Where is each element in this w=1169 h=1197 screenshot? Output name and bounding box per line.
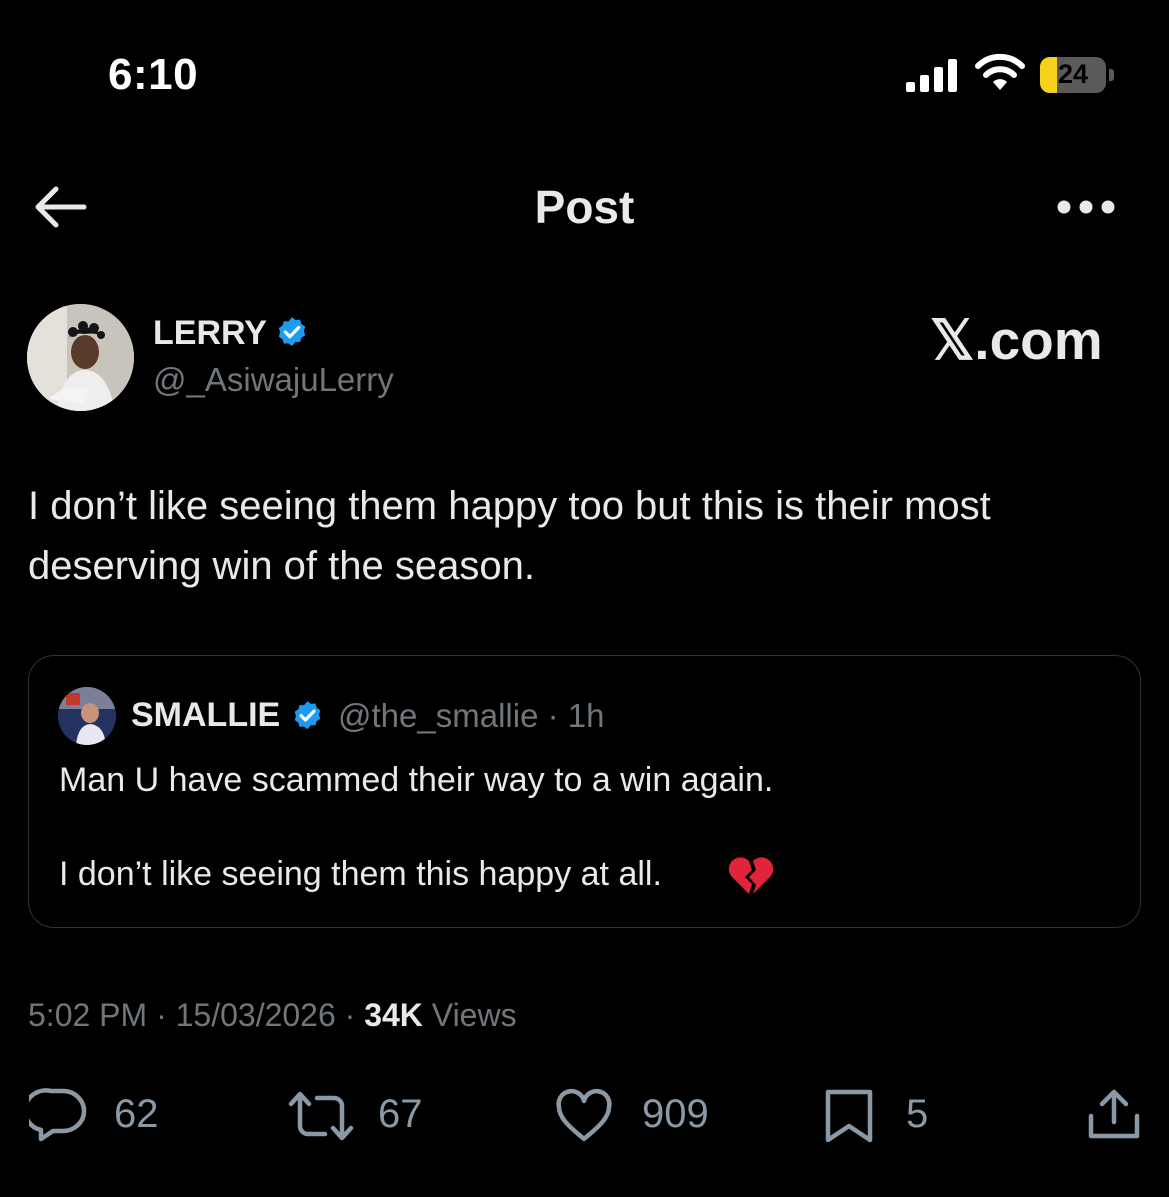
quoted-author-handle: @the_smallie [338, 697, 539, 734]
bookmark-count[interactable]: 5 [906, 1092, 928, 1137]
wifi-icon [975, 53, 1025, 90]
status-time: 6:10 [108, 50, 199, 99]
like-count[interactable]: 909 [642, 1092, 709, 1137]
author-name[interactable]: LERRY [153, 314, 267, 353]
battery-percent: 24 [1057, 59, 1089, 89]
post-text: I don’t like seeing them happy too but t… [28, 484, 991, 588]
verified-badge-icon [294, 701, 321, 730]
repost-icon[interactable] [287, 1088, 355, 1144]
reply-count[interactable]: 62 [114, 1092, 159, 1137]
avatar[interactable] [27, 304, 134, 411]
quoted-text-line: I don’t like seeing them this happy at a… [59, 855, 662, 893]
battery-indicator: 24 [1040, 57, 1114, 93]
verified-badge-icon [278, 317, 306, 347]
views-label[interactable]: Views [432, 997, 517, 1033]
separator-dot: · [147, 997, 176, 1033]
post-date: 15/03/2026 [175, 997, 336, 1033]
quoted-avatar[interactable] [58, 687, 116, 745]
share-icon[interactable] [1085, 1086, 1143, 1142]
separator-dot: · [335, 997, 365, 1033]
separator-dot: · [538, 697, 568, 734]
author-handle[interactable]: @_AsiwajuLerry [153, 361, 394, 399]
quoted-time: 1h [567, 697, 605, 734]
page-title: Post [534, 181, 635, 233]
more-horizontal-icon[interactable] [1055, 196, 1117, 218]
repost-count[interactable]: 67 [378, 1092, 423, 1137]
post-timestamp: 5:02 PM · 15/03/2026 · 34K Views [28, 997, 517, 1034]
post-time: 5:02 PM [28, 997, 148, 1033]
quoted-author-name: SMALLIE [131, 696, 281, 734]
quoted-meta: @the_smallie · 1h [338, 697, 604, 735]
bookmark-icon[interactable] [820, 1088, 878, 1144]
broken-heart-icon [728, 857, 774, 894]
watermark-logo: 𝕏.com [930, 309, 1103, 371]
cellular-signal-icon [906, 59, 957, 92]
heart-icon[interactable] [555, 1088, 613, 1144]
views-count[interactable]: 34K [364, 997, 423, 1033]
reply-icon[interactable] [29, 1087, 87, 1143]
quoted-text-line: Man U have scammed their way to a win ag… [59, 761, 774, 799]
